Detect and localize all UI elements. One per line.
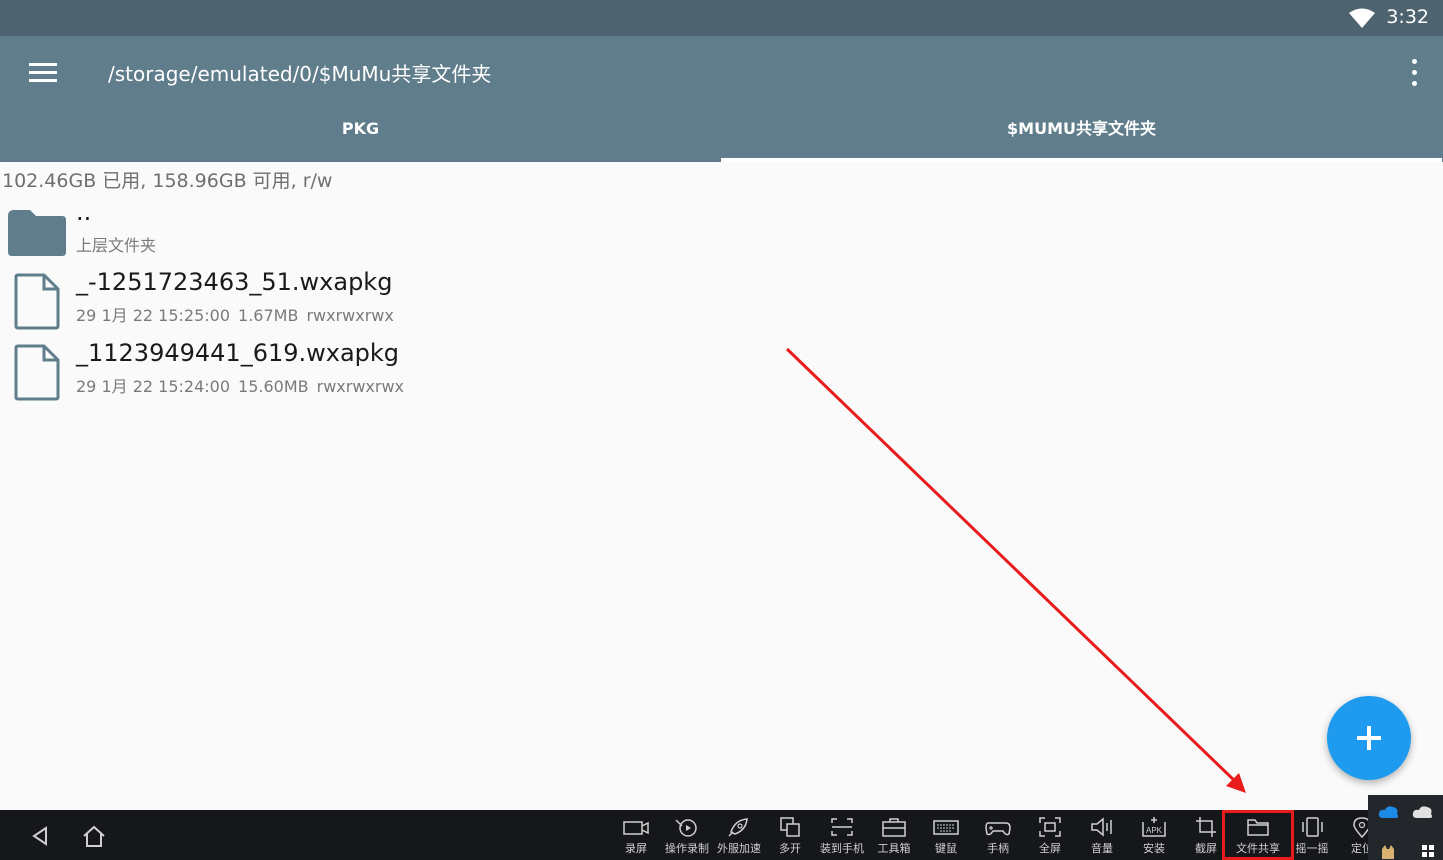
file-icon xyxy=(14,273,60,330)
current-path-title: /storage/emulated/0/$MuMu共享文件夹 xyxy=(108,62,492,86)
plus-icon xyxy=(1357,726,1381,750)
toolbar-multi-instance[interactable]: 多开 xyxy=(764,814,816,860)
tool-label: 外服加速 xyxy=(717,842,761,855)
file-meta: 29 1月 22 15:24:00 15.60MB rwxrwxrwx xyxy=(76,373,412,397)
status-clock: 3:32 xyxy=(1386,6,1429,28)
file-name: _-1251723463_51.wxapkg xyxy=(76,268,393,296)
app-bar: /storage/emulated/0/$MuMu共享文件夹 PKG $MUMU… xyxy=(0,36,1443,162)
list-item-file[interactable]: _1123949441_619.wxapkg 29 1月 22 15:24:00… xyxy=(0,337,1443,405)
file-size: 15.60MB xyxy=(238,377,309,396)
tab-mumu-shared-folder[interactable]: $MUMU共享文件夹 xyxy=(721,108,1442,162)
wifi-icon xyxy=(1349,8,1375,28)
tool-label: 摇一摇 xyxy=(1295,842,1329,855)
toolbar-volume[interactable]: 音量 xyxy=(1076,814,1128,860)
shake-icon xyxy=(1302,817,1323,837)
toolbar-gamepad[interactable]: 手柄 xyxy=(972,814,1024,860)
add-fab-button[interactable] xyxy=(1327,696,1411,780)
record-icon xyxy=(675,819,697,837)
system-tray xyxy=(1368,795,1443,860)
tool-label: 音量 xyxy=(1091,842,1113,855)
cloud-icon[interactable] xyxy=(1378,805,1400,819)
toolbar-keyboard-mouse[interactable]: 键鼠 xyxy=(920,814,972,860)
scan-icon xyxy=(831,818,853,836)
cat-icon[interactable] xyxy=(1380,843,1396,859)
emulator-toolbar: 录屏 操作录制 外服加速 多开 装到手机 工具箱 键鼠 手柄 全屏 音量 APK… xyxy=(0,810,1443,860)
file-date: 29 1月 22 15:24:00 xyxy=(76,377,231,396)
file-name: .. xyxy=(76,198,92,226)
status-bar: 3:32 xyxy=(0,0,1443,36)
tool-label: 安装 xyxy=(1143,842,1165,855)
svg-text:APK: APK xyxy=(1146,826,1163,835)
fullscreen-icon xyxy=(1039,817,1061,837)
rocket-icon xyxy=(728,818,748,837)
list-item-file[interactable]: _-1251723463_51.wxapkg 29 1月 22 15:25:00… xyxy=(0,266,1443,334)
screen: 3:32 /storage/emulated/0/$MuMu共享文件夹 PKG … xyxy=(0,0,1443,860)
toolbox-icon xyxy=(882,818,906,837)
gamepad-icon xyxy=(985,822,1011,836)
tool-label: 文件共享 xyxy=(1236,842,1280,855)
file-subtitle: 上层文件夹 xyxy=(76,236,157,255)
tool-label: 多开 xyxy=(779,842,801,855)
multi-window-icon xyxy=(780,817,800,837)
hamburger-menu-icon[interactable] xyxy=(26,60,60,86)
folder-icon xyxy=(8,210,66,256)
tool-label: 录屏 xyxy=(625,842,647,855)
toolbar-record-screen[interactable]: 录屏 xyxy=(610,814,662,860)
toolbar-file-share[interactable]: 文件共享 xyxy=(1232,814,1284,860)
file-meta: 29 1月 22 15:25:00 1.67MB rwxrwxrwx xyxy=(76,302,402,326)
file-size: 1.67MB xyxy=(238,306,299,325)
back-icon[interactable] xyxy=(28,824,56,848)
tool-label: 截屏 xyxy=(1195,842,1217,855)
keyboard-icon xyxy=(933,820,959,835)
file-icon xyxy=(14,344,60,401)
crop-icon xyxy=(1196,817,1216,837)
volume-icon xyxy=(1091,817,1112,837)
toolbar-screenshot[interactable]: 截屏 xyxy=(1180,814,1232,860)
apk-icon: APK xyxy=(1142,817,1166,837)
toolbar-toolbox[interactable]: 工具箱 xyxy=(868,814,920,860)
toolbar-fullscreen[interactable]: 全屏 xyxy=(1024,814,1076,860)
tool-label: 键鼠 xyxy=(935,842,957,855)
camera-icon xyxy=(623,821,649,835)
file-permissions: rwxrwxrwx xyxy=(306,306,394,325)
home-icon[interactable] xyxy=(80,824,108,848)
list-item-parent-folder[interactable]: .. 上层文件夹 xyxy=(0,196,1443,264)
file-date: 29 1月 22 15:25:00 xyxy=(76,306,231,325)
more-vert-icon[interactable] xyxy=(1407,58,1421,88)
toolbar-macro-record[interactable]: 操作录制 xyxy=(661,814,713,860)
tool-label: 操作录制 xyxy=(665,842,709,855)
tool-label: 工具箱 xyxy=(877,842,911,855)
toolbar-install-to-phone[interactable]: 装到手机 xyxy=(816,814,868,860)
toolbar-accelerator[interactable]: 外服加速 xyxy=(713,814,765,860)
storage-info: 102.46GB 已用, 158.96GB 可用, r/w xyxy=(2,170,333,192)
folder-share-icon xyxy=(1247,819,1269,836)
toolbar-install-apk[interactable]: APK 安装 xyxy=(1128,814,1180,860)
file-permissions: rwxrwxrwx xyxy=(316,377,405,396)
tab-pkg[interactable]: PKG xyxy=(0,108,721,162)
tool-label: 装到手机 xyxy=(820,842,864,855)
grid-icon[interactable] xyxy=(1422,845,1434,857)
tab-bar: PKG $MUMU共享文件夹 xyxy=(0,108,1443,162)
tool-label: 手柄 xyxy=(987,842,1009,855)
cloud-icon[interactable] xyxy=(1412,805,1434,819)
file-name: _1123949441_619.wxapkg xyxy=(76,339,400,367)
toolbar-shake[interactable]: 摇一摇 xyxy=(1286,814,1338,860)
tool-label: 全屏 xyxy=(1039,842,1061,855)
